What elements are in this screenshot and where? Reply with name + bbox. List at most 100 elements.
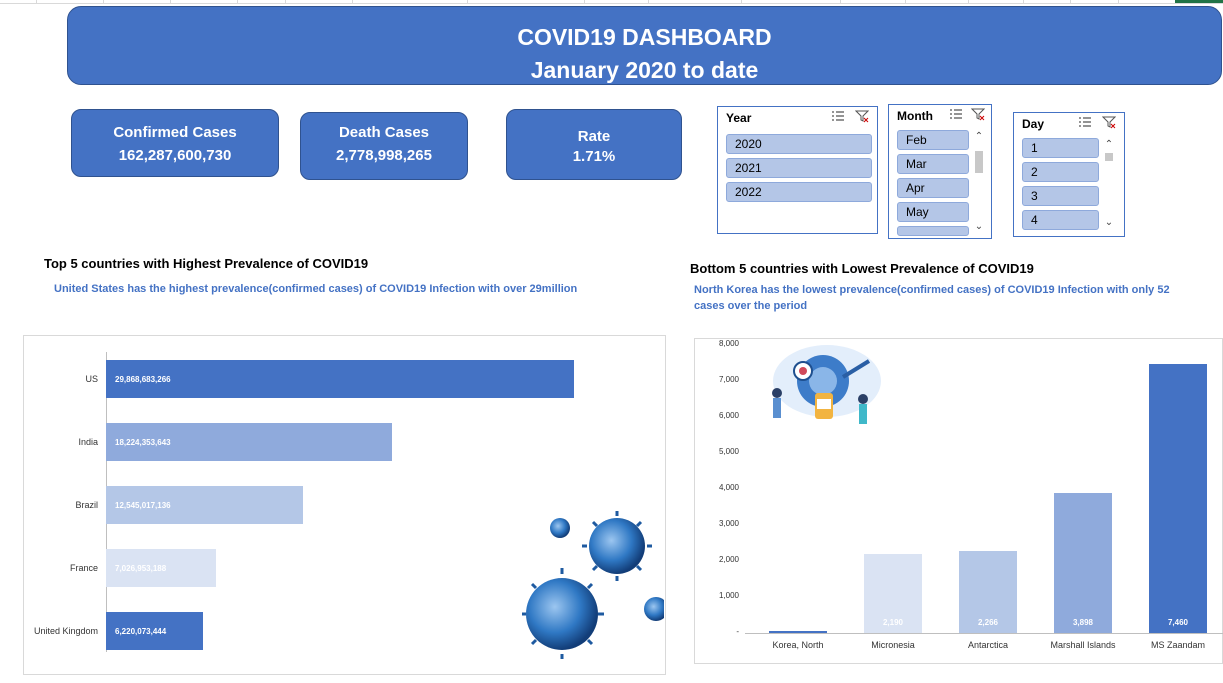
bar-value-label: 29,868,683,266 bbox=[115, 375, 171, 384]
bar-category-label: France bbox=[69, 563, 98, 573]
grid-tick bbox=[1070, 0, 1071, 4]
grid-tick bbox=[1023, 0, 1024, 4]
top5-bar-chart[interactable]: US 29,868,683,266 India 18,224,353,643 Brazi… bbox=[23, 335, 666, 675]
top5-note: United States has the highest prevalence… bbox=[54, 283, 578, 295]
column[interactable] bbox=[769, 631, 827, 633]
bar-category-label: Brazil bbox=[75, 500, 98, 510]
kpi-label: Confirmed Cases bbox=[113, 124, 237, 141]
grid-tick bbox=[467, 0, 468, 4]
sheet-column-gridlines bbox=[0, 0, 1223, 4]
kpi-label: Rate bbox=[577, 128, 611, 145]
slicer-scrollbar[interactable]: ⌃ ⌄ bbox=[973, 131, 985, 235]
slicer-item-day-4[interactable]: 4 bbox=[1022, 210, 1099, 230]
grid-tick bbox=[905, 0, 906, 4]
multi-select-icon[interactable] bbox=[1078, 116, 1092, 129]
slicer-title: Day bbox=[1022, 117, 1045, 131]
bottom5-heading: Bottom 5 countries with Lowest Prevalenc… bbox=[690, 261, 1034, 276]
y-tick-label: 3,000 bbox=[718, 519, 739, 528]
column-value-label: 2,266 bbox=[977, 618, 999, 627]
multi-select-icon[interactable] bbox=[949, 108, 963, 121]
slicer-day[interactable]: Day 1 2 3 4 ⌃ ⌄ bbox=[1013, 112, 1125, 237]
scroll-up-icon[interactable]: ⌃ bbox=[1103, 139, 1115, 151]
kpi-value: 1.71% bbox=[572, 148, 616, 165]
kpi-rate: Rate 1.71% bbox=[506, 109, 682, 180]
bar-value-label: 6,220,073,444 bbox=[115, 627, 167, 636]
slicer-item-feb[interactable]: Feb bbox=[897, 130, 969, 150]
top5-heading: Top 5 countries with Highest Prevalence … bbox=[44, 256, 369, 271]
x-category-label: MS Zaandam bbox=[1150, 640, 1206, 650]
slicer-title: Month bbox=[897, 109, 933, 123]
y-tick-label: 7,000 bbox=[718, 375, 739, 384]
y-tick-label: 4,000 bbox=[718, 483, 739, 492]
y-tick-label: 2,000 bbox=[718, 555, 739, 564]
grid-tick bbox=[103, 0, 104, 4]
slicer-item-2020[interactable]: 2020 bbox=[726, 134, 872, 154]
active-cell-marker bbox=[1175, 0, 1223, 3]
column-value-label: 3,898 bbox=[1072, 618, 1094, 627]
y-tick-label: 1,000 bbox=[718, 591, 739, 600]
dashboard-title: COVID19 DASHBOARD bbox=[517, 24, 772, 50]
bottom5-note: North Korea has the lowest prevalence(co… bbox=[694, 282, 1170, 314]
slicer-item-apr[interactable]: Apr bbox=[897, 178, 969, 198]
x-category-label: Marshall Islands bbox=[1050, 640, 1116, 650]
column-value-label: 7,460 bbox=[1167, 618, 1189, 627]
scroll-down-icon[interactable]: ⌄ bbox=[1103, 217, 1115, 229]
clear-filter-icon[interactable] bbox=[855, 110, 869, 123]
bar-value-label: 7,026,953,188 bbox=[115, 564, 167, 573]
vaccine-illustration-icon bbox=[772, 345, 881, 424]
scroll-up-icon[interactable]: ⌃ bbox=[973, 131, 985, 143]
clear-filter-icon[interactable] bbox=[971, 108, 985, 121]
y-tick-label: 8,000 bbox=[718, 339, 739, 348]
y-tick-label: 6,000 bbox=[718, 411, 739, 420]
y-tick-label: 5,000 bbox=[718, 447, 739, 456]
bar-value-label: 12,545,017,136 bbox=[115, 501, 171, 510]
slicer-month[interactable]: Month Feb Mar Apr May ⌃ ⌄ bbox=[888, 104, 992, 239]
column-value-label: 2,190 bbox=[882, 618, 904, 627]
slicer-item-may[interactable]: May bbox=[897, 202, 969, 222]
grid-tick bbox=[648, 0, 649, 4]
slicer-item-day-1[interactable]: 1 bbox=[1022, 138, 1099, 158]
bar-category-label: US bbox=[85, 374, 98, 384]
bottom5-note-line1: North Korea has the lowest prevalence(co… bbox=[694, 284, 1170, 296]
dashboard-subtitle: January 2020 to date bbox=[530, 57, 759, 83]
kpi-confirmed-cases: Confirmed Cases 162,287,600,730 bbox=[71, 109, 279, 177]
slicer-title: Year bbox=[726, 111, 752, 125]
grid-tick bbox=[840, 0, 841, 4]
slicer-item-partial[interactable] bbox=[897, 226, 969, 236]
kpi-label: Death Cases bbox=[338, 124, 430, 141]
grid-tick bbox=[285, 0, 286, 4]
clear-filter-icon[interactable] bbox=[1102, 116, 1116, 129]
slicer-item-mar[interactable]: Mar bbox=[897, 154, 969, 174]
bottom5-note-line2: cases over the period bbox=[694, 300, 808, 312]
slicer-item-2021[interactable]: 2021 bbox=[726, 158, 872, 178]
slicer-item-day-2[interactable]: 2 bbox=[1022, 162, 1099, 182]
x-category-label: Antarctica bbox=[967, 640, 1009, 650]
x-category-label: Micronesia bbox=[871, 640, 915, 650]
slicer-item-day-3[interactable]: 3 bbox=[1022, 186, 1099, 206]
column[interactable] bbox=[1149, 364, 1207, 633]
grid-tick bbox=[352, 0, 353, 4]
grid-tick bbox=[36, 0, 37, 4]
grid-tick bbox=[968, 0, 969, 4]
kpi-death-cases: Death Cases 2,778,998,265 bbox=[300, 112, 468, 180]
x-category-label: Korea, North bbox=[772, 640, 824, 650]
bar[interactable] bbox=[106, 360, 574, 398]
virus-illustration-icon bbox=[522, 511, 664, 659]
bar-value-label: 18,224,353,643 bbox=[115, 438, 171, 447]
slicer-scrollbar[interactable]: ⌃ ⌄ bbox=[1103, 139, 1115, 231]
column[interactable] bbox=[1054, 493, 1112, 633]
scroll-down-icon[interactable]: ⌄ bbox=[973, 221, 985, 233]
scroll-thumb[interactable] bbox=[1105, 153, 1113, 161]
slicer-year[interactable]: Year 2020 2021 2022 bbox=[717, 106, 878, 234]
multi-select-icon[interactable] bbox=[831, 110, 845, 123]
grid-tick bbox=[170, 0, 171, 4]
grid-tick bbox=[584, 0, 585, 4]
slicer-item-2022[interactable]: 2022 bbox=[726, 182, 872, 202]
x-axis-line bbox=[745, 633, 1223, 634]
grid-tick bbox=[741, 0, 742, 4]
dashboard-title-banner: COVID19 DASHBOARD January 2020 to date bbox=[67, 6, 1222, 85]
bottom5-column-chart[interactable]: 8,000 7,000 6,000 5,000 4,000 3,000 2,000 1,000… bbox=[694, 338, 1223, 664]
bar-category-label: United Kingdom bbox=[33, 626, 98, 636]
scroll-thumb[interactable] bbox=[975, 151, 983, 173]
kpi-value: 2,778,998,265 bbox=[336, 147, 432, 164]
